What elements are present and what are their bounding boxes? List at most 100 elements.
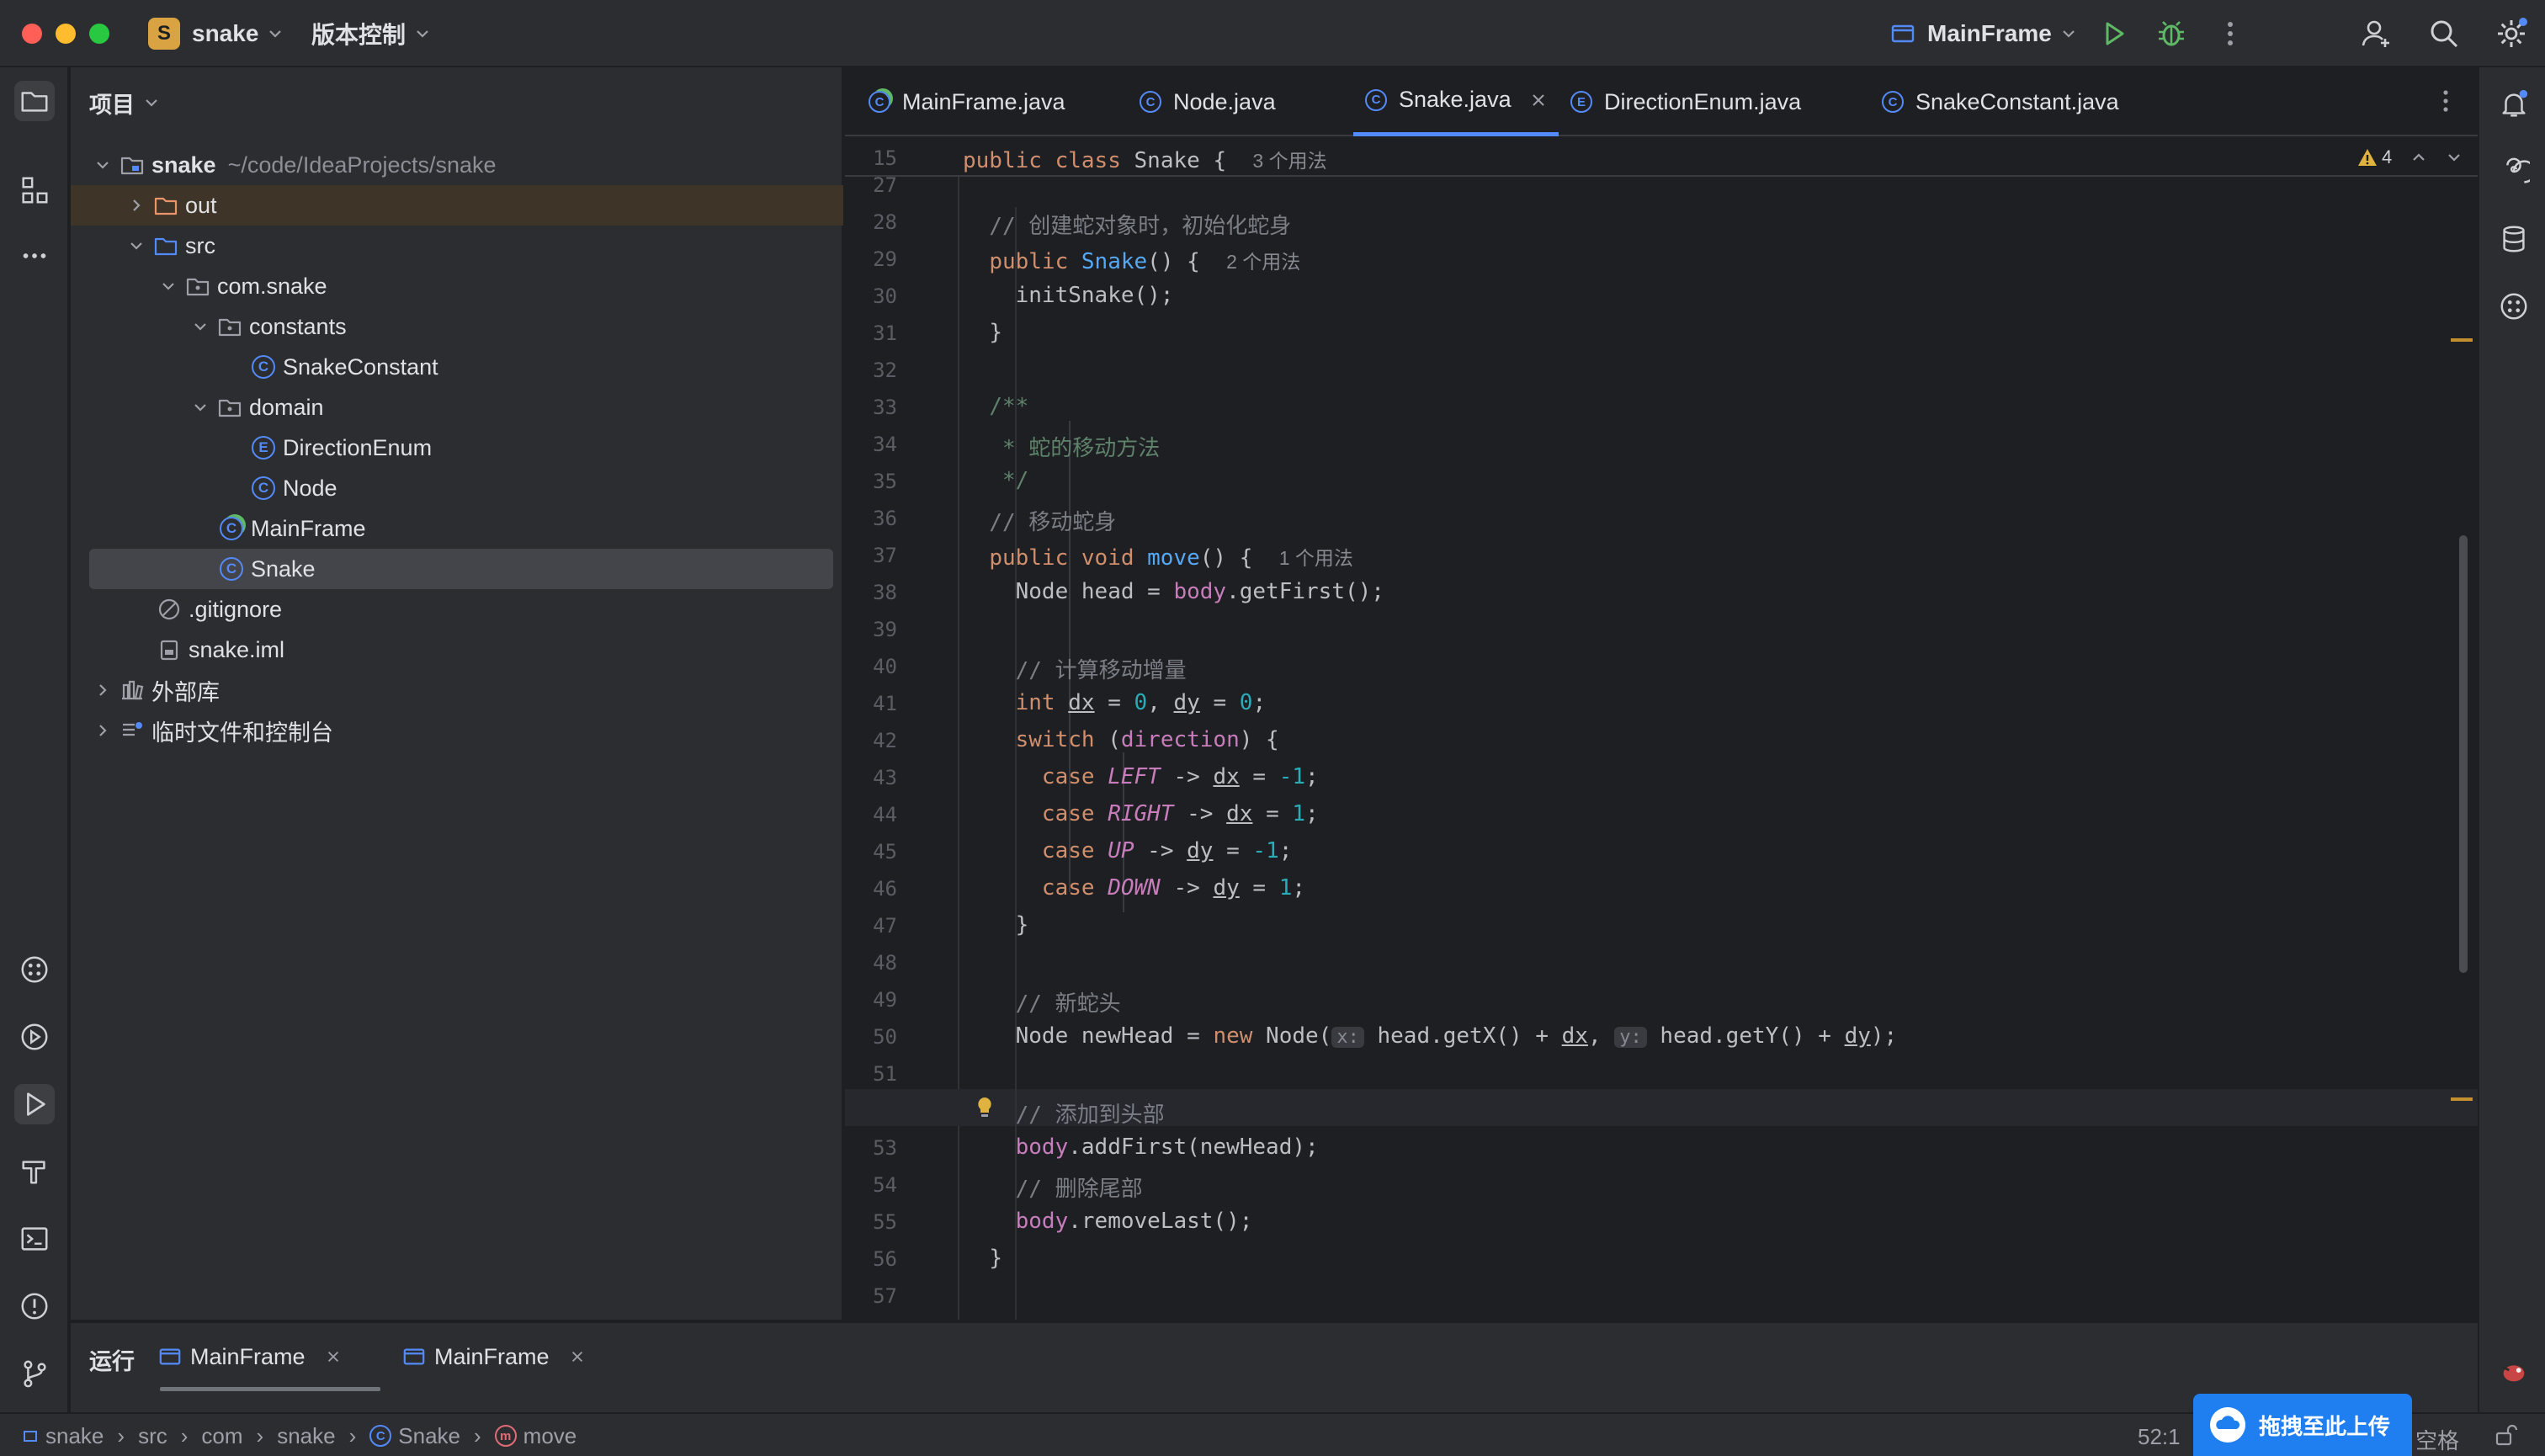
services-tool-button[interactable] xyxy=(14,949,55,990)
line-number[interactable]: 44 xyxy=(845,803,897,826)
line-number[interactable]: 50 xyxy=(845,1025,897,1049)
tab-mainframe-java[interactable]: C MainFrame.java xyxy=(869,67,1065,136)
line-number[interactable]: 33 xyxy=(845,396,897,419)
line-number[interactable]: 28 xyxy=(845,210,897,234)
ai-assistant-button[interactable] xyxy=(2494,151,2534,192)
line-number[interactable]: 45 xyxy=(845,840,897,864)
tree-item-snake-selected[interactable]: C Snake xyxy=(89,549,833,589)
database-button[interactable] xyxy=(2494,219,2534,259)
line-number[interactable]: 35 xyxy=(845,470,897,493)
usages-hint[interactable]: 1 个用法 xyxy=(1279,547,1353,569)
breadcrumb-item[interactable]: snake xyxy=(277,1423,335,1449)
run-button[interactable] xyxy=(2096,15,2133,52)
run-config-selector[interactable]: MainFrame xyxy=(1890,17,2077,50)
close-icon[interactable] xyxy=(570,1349,585,1364)
problems-tool-button[interactable] xyxy=(14,1286,55,1326)
usages-hint[interactable]: 3 个用法 xyxy=(1252,150,1326,172)
tree-item-snakeconstant[interactable]: C SnakeConstant xyxy=(71,347,843,387)
line-number[interactable]: 48 xyxy=(845,951,897,975)
line-number[interactable]: 47 xyxy=(845,914,897,938)
line-number[interactable]: 55 xyxy=(845,1210,897,1234)
tree-item-node[interactable]: C Node xyxy=(71,468,843,508)
caret-position[interactable]: 52:1 xyxy=(2138,1424,2181,1450)
chevron-up-icon[interactable] xyxy=(2410,149,2427,166)
tab-snakeconstant-java[interactable]: C SnakeConstant.java xyxy=(1882,67,2119,136)
build-tool-button[interactable] xyxy=(14,1151,55,1192)
close-icon[interactable] xyxy=(1530,92,1547,109)
code-with-me-button[interactable] xyxy=(2358,15,2395,52)
tree-item-out[interactable]: out xyxy=(71,185,843,226)
line-number[interactable]: 41 xyxy=(845,692,897,715)
chevron-down-icon[interactable] xyxy=(2446,149,2463,166)
tree-item-directionenum[interactable]: E DirectionEnum xyxy=(71,428,843,468)
debug-button[interactable] xyxy=(2153,15,2190,52)
line-number[interactable]: 46 xyxy=(845,877,897,901)
chevron-right-icon[interactable] xyxy=(91,719,114,742)
warning-stripe-mark[interactable] xyxy=(2451,1097,2473,1101)
breadcrumb-item[interactable]: com xyxy=(201,1423,242,1449)
chevron-down-icon[interactable] xyxy=(157,274,180,298)
line-number[interactable]: 53 xyxy=(845,1136,897,1160)
tab-directionenum-java[interactable]: E DirectionEnum.java xyxy=(1570,67,1801,136)
search-everywhere-button[interactable] xyxy=(2425,15,2463,52)
line-number[interactable]: 32 xyxy=(845,359,897,382)
chevron-down-icon[interactable] xyxy=(91,153,114,177)
close-window-button[interactable] xyxy=(22,24,42,44)
line-number[interactable]: 42 xyxy=(845,729,897,752)
breadcrumb-item[interactable]: move xyxy=(523,1423,577,1449)
line-number[interactable]: 54 xyxy=(845,1173,897,1197)
indent-setting[interactable]: 空格 xyxy=(2415,1424,2459,1455)
tab-node-java[interactable]: C Node.java xyxy=(1140,67,1276,136)
sticky-lines[interactable]: 15 public class Snake { 3 个用法 4 xyxy=(845,138,2478,177)
tree-item-constants[interactable]: constants xyxy=(71,306,843,347)
line-number[interactable]: 31 xyxy=(845,321,897,345)
project-tool-button[interactable] xyxy=(14,81,55,121)
tab-actions-button[interactable] xyxy=(2427,82,2464,120)
intention-bulb-icon[interactable] xyxy=(971,1094,998,1121)
chevron-right-icon[interactable] xyxy=(125,194,148,217)
chevron-down-icon[interactable] xyxy=(189,396,212,419)
tree-item-com-snake[interactable]: com.snake xyxy=(71,266,843,306)
minimize-window-button[interactable] xyxy=(56,24,76,44)
line-number[interactable]: 30 xyxy=(845,284,897,308)
plugin-button[interactable] xyxy=(2494,286,2534,327)
more-actions-button[interactable] xyxy=(2212,15,2249,52)
read-only-toggle[interactable] xyxy=(2493,1422,2518,1448)
breadcrumb-item[interactable]: src xyxy=(138,1423,167,1449)
tree-item-src[interactable]: src xyxy=(71,226,843,266)
chevron-down-icon[interactable] xyxy=(125,234,148,258)
tree-item-external-libraries[interactable]: 外部库 xyxy=(71,670,843,710)
more-tools-button[interactable] xyxy=(14,236,55,276)
line-number[interactable]: 38 xyxy=(845,581,897,604)
breadcrumb-item[interactable]: snake xyxy=(45,1423,104,1449)
line-number[interactable]: 34 xyxy=(845,433,897,456)
warning-stripe-mark[interactable] xyxy=(2451,338,2473,342)
upload-drop-button[interactable]: 拖拽至此上传 xyxy=(2193,1394,2412,1456)
tree-item-domain[interactable]: domain xyxy=(71,387,843,428)
usages-hint[interactable]: 2 个用法 xyxy=(1226,251,1300,273)
vcs-menu[interactable]: 版本控制 xyxy=(311,17,431,50)
editor-scrollbar-thumb[interactable] xyxy=(2459,535,2468,973)
close-icon[interactable] xyxy=(326,1349,341,1364)
line-number[interactable]: 56 xyxy=(845,1247,897,1271)
settings-button[interactable] xyxy=(2493,15,2530,52)
chevron-down-icon[interactable] xyxy=(189,315,212,338)
line-number[interactable]: 40 xyxy=(845,655,897,678)
line-number[interactable]: 39 xyxy=(845,618,897,641)
line-number[interactable]: 27 xyxy=(845,173,897,197)
tree-item-gitignore[interactable]: .gitignore xyxy=(71,589,843,630)
tree-item-project-root[interactable]: snake ~/code/IdeaProjects/snake xyxy=(71,145,843,185)
line-number[interactable]: 36 xyxy=(845,507,897,530)
project-view-selector[interactable]: 项目 xyxy=(89,86,160,120)
line-number[interactable]: 29 xyxy=(845,247,897,271)
breadcrumb-item[interactable]: Snake xyxy=(398,1423,460,1449)
run-tab-mainframe-1[interactable]: MainFrame xyxy=(158,1338,341,1375)
tree-item-mainframe[interactable]: C MainFrame xyxy=(71,508,843,549)
run-tab-mainframe-2[interactable]: MainFrame xyxy=(402,1338,585,1375)
line-number[interactable]: 51 xyxy=(845,1062,897,1086)
maximize-window-button[interactable] xyxy=(89,24,109,44)
code-editor[interactable]: 27 28 29 30 31 32 33 34 35 36 37 38 39 40 41 42 43 44 45 46… xyxy=(845,138,2478,1320)
structure-tool-button[interactable] xyxy=(14,170,55,210)
inspection-widget[interactable]: 4 xyxy=(2356,145,2463,170)
git-tool-button[interactable] xyxy=(14,1353,55,1394)
